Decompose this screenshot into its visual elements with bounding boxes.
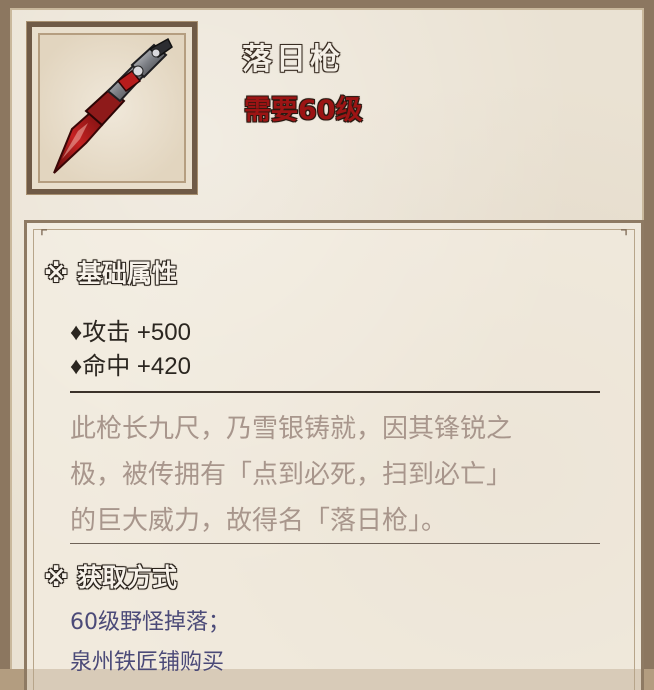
acquisition-method: 泉州铁匠铺购买 [70, 650, 225, 675]
item-portrait-frame [26, 21, 198, 195]
section-divider [70, 543, 600, 544]
description-line: 的巨大威力，故得名「落日枪」。 [70, 506, 448, 536]
item-description: 此枪长九尺，乃雪银铸就，因其锋锐之 极，被传拥有「点到必死，扫到必亡」 的巨大威… [70, 406, 610, 544]
section-divider [70, 391, 600, 393]
acquisition-method: 60级野怪掉落； [70, 610, 230, 635]
acquisition-title: ※ 获取方式 [44, 563, 178, 592]
item-name: 落日枪 [242, 42, 344, 77]
description-line: 极，被传拥有「点到必死，扫到必亡」 [70, 460, 513, 490]
stat-accuracy: ♦命中 +420 [70, 353, 191, 380]
description-line: 此枪长九尺，乃雪银铸就，因其锋锐之 [70, 414, 513, 444]
corner-ornament-icon: ⌝ [619, 227, 629, 248]
stat-attack: ♦攻击 +500 [70, 319, 191, 346]
basic-attributes-title: ※ 基础属性 [44, 259, 178, 288]
level-requirement: 需要60级 [244, 95, 363, 126]
corner-ornament-icon: ⌜ [39, 227, 49, 248]
spear-icon [53, 37, 173, 174]
item-tooltip-card: 落日枪 需要60级 ⌜ ⌝ ※ 基础属性 ♦攻击 +500 ♦命中 +420 此… [0, 0, 654, 690]
